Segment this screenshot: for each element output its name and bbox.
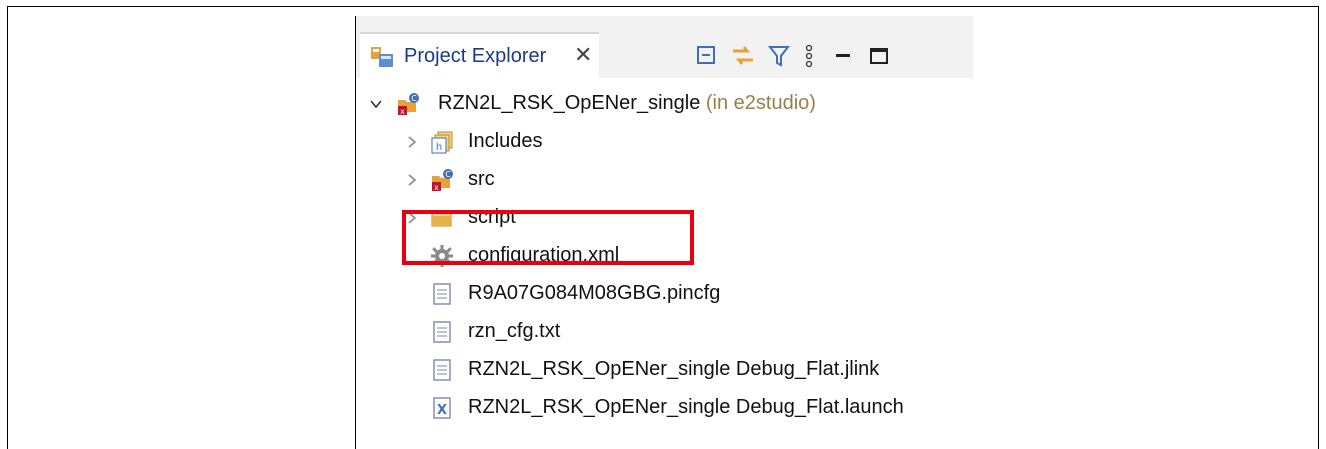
tree-row-launch[interactable]: X RZN2L_RSK_OpENer_single Debug_Flat.lau… [356,390,973,428]
includes-folder-icon: h [431,131,453,154]
c-project-icon: x C [398,93,419,116]
svg-text:x: x [434,183,439,192]
project-name-text: RZN2L_RSK_OpENer_single [438,92,701,114]
tree-row-includes[interactable]: h Includes [356,124,973,162]
view-menu-icon[interactable] [796,43,822,69]
tab-label: Project Explorer [404,45,547,67]
project-suffix: (in e2studio) [700,92,816,114]
launch-file-icon: X [433,397,451,419]
tree-item-label: src [468,168,495,190]
source-folder-icon: x C [432,169,453,192]
text-file-icon [433,359,451,381]
chevron-right-icon[interactable] [406,136,418,148]
tree-item-label: R9A07G084M08GBG.pincfg [468,282,721,304]
chevron-down-icon[interactable] [370,98,382,110]
svg-text:C: C [445,170,451,179]
tree-row-src[interactable]: x C src [356,162,973,200]
project-name: RZN2L_RSK_OpENer_single (in e2studio) [438,92,816,115]
tree-item-label: rzn_cfg.txt [468,320,561,342]
tree-item-label: RZN2L_RSK_OpENer_single Debug_Flat.launc… [468,396,904,418]
svg-text:C: C [411,94,417,103]
svg-text:x: x [400,107,405,116]
highlight-box [402,210,694,265]
link-with-editor-icon[interactable] [730,43,756,69]
maximize-icon[interactable] [866,43,892,69]
text-file-icon [433,321,451,343]
close-icon[interactable]: ✕ [574,42,592,68]
svg-text:h: h [436,142,442,153]
chevron-right-icon[interactable] [406,174,418,186]
minimize-icon[interactable] [830,43,856,69]
tab-project-explorer[interactable]: Project Explorer ✕ [360,32,599,79]
tree-item-label: RZN2L_RSK_OpENer_single Debug_Flat.jlink [468,358,880,380]
svg-text:X: X [437,403,447,418]
tree-row-project[interactable]: x C RZN2L_RSK_OpENer_single (in e2studio… [356,86,973,124]
tree-row-jlink[interactable]: RZN2L_RSK_OpENer_single Debug_Flat.jlink [356,352,973,390]
filter-icon[interactable] [766,43,792,69]
tree-row-pincfg[interactable]: R9A07G084M08GBG.pincfg [356,276,973,314]
tree-item-label: Includes [468,130,543,152]
tab-bar: Project Explorer ✕ [356,16,973,79]
project-explorer-icon [371,47,393,67]
text-file-icon [433,283,451,305]
collapse-all-icon[interactable] [694,43,720,69]
tree-row-rzn-cfg[interactable]: rzn_cfg.txt [356,314,973,352]
